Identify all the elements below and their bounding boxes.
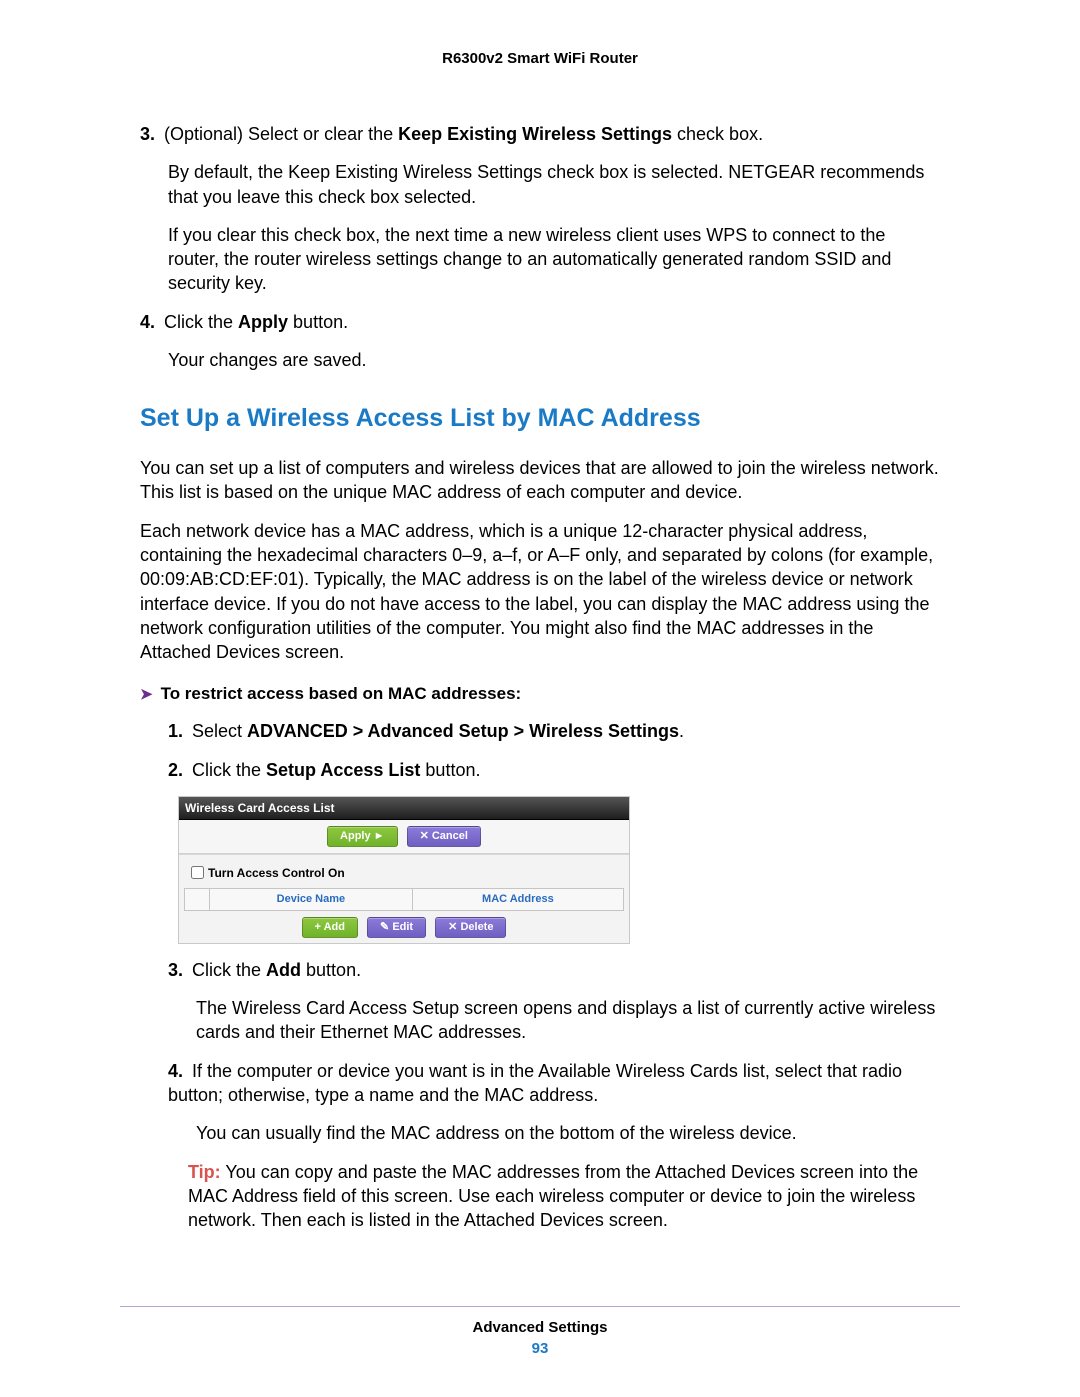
embedded-ui-screenshot: Wireless Card Access List Apply ► ✕ Canc… bbox=[178, 796, 630, 944]
step-number: 4. bbox=[140, 310, 164, 334]
access-list-table: Device Name MAC Address bbox=[184, 888, 624, 911]
panel-title: Wireless Card Access List bbox=[179, 797, 629, 820]
column-device-name: Device Name bbox=[210, 889, 413, 911]
step-number: 4. bbox=[168, 1059, 192, 1083]
substep-4: 4.If the computer or device you want is … bbox=[168, 1059, 940, 1108]
footer-divider bbox=[120, 1306, 960, 1307]
substep-1: 1.Select ADVANCED > Advanced Setup > Wir… bbox=[168, 719, 940, 743]
panel-actionbar: + Add ✎ Edit ✕ Delete bbox=[179, 915, 629, 943]
add-button[interactable]: + Add bbox=[302, 917, 358, 938]
substep-3: 3.Click the Add button. bbox=[168, 958, 940, 982]
substep-4-note: You can usually find the MAC address on … bbox=[196, 1121, 940, 1145]
step-3-note-1: By default, the Keep Existing Wireless S… bbox=[168, 160, 940, 209]
section-paragraph-1: You can set up a list of computers and w… bbox=[140, 456, 940, 505]
edit-button[interactable]: ✎ Edit bbox=[367, 917, 426, 938]
step-3: 3.(Optional) Select or clear the Keep Ex… bbox=[140, 122, 940, 146]
step-number: 3. bbox=[140, 122, 164, 146]
step-3-note-2: If you clear this check box, the next ti… bbox=[168, 223, 940, 296]
step-number: 1. bbox=[168, 719, 192, 743]
procedure-heading: ➤To restrict access based on MAC address… bbox=[140, 683, 940, 706]
main-content: 3.(Optional) Select or clear the Keep Ex… bbox=[140, 122, 940, 1232]
step-number: 3. bbox=[168, 958, 192, 982]
section-heading: Set Up a Wireless Access List by MAC Add… bbox=[140, 402, 940, 436]
access-control-checkbox[interactable] bbox=[191, 866, 204, 879]
document-header: R6300v2 Smart WiFi Router bbox=[140, 50, 940, 67]
cancel-button[interactable]: ✕ Cancel bbox=[407, 826, 481, 847]
tip-label: Tip: bbox=[188, 1162, 221, 1182]
tip-block: Tip: You can copy and paste the MAC addr… bbox=[188, 1160, 940, 1233]
step-number: 2. bbox=[168, 758, 192, 782]
page-footer: Advanced Settings 93 bbox=[0, 1306, 1080, 1357]
panel-toolbar: Apply ► ✕ Cancel bbox=[179, 820, 629, 854]
delete-button[interactable]: ✕ Delete bbox=[435, 917, 506, 938]
column-mac-address: MAC Address bbox=[412, 889, 623, 911]
substep-2: 2.Click the Setup Access List button. bbox=[168, 758, 940, 782]
access-control-row: Turn Access Control On bbox=[179, 854, 629, 888]
apply-button[interactable]: Apply ► bbox=[327, 826, 398, 847]
footer-page-number: 93 bbox=[0, 1340, 1080, 1357]
table-select-column bbox=[185, 889, 210, 911]
step-4-note: Your changes are saved. bbox=[168, 348, 940, 372]
tip-text: You can copy and paste the MAC addresses… bbox=[188, 1162, 918, 1231]
section-paragraph-2: Each network device has a MAC address, w… bbox=[140, 519, 940, 665]
access-control-label: Turn Access Control On bbox=[208, 866, 345, 880]
step-4: 4.Click the Apply button. bbox=[140, 310, 940, 334]
footer-section: Advanced Settings bbox=[0, 1319, 1080, 1336]
substep-3-note: The Wireless Card Access Setup screen op… bbox=[196, 996, 940, 1045]
arrow-icon: ➤ bbox=[140, 686, 153, 703]
